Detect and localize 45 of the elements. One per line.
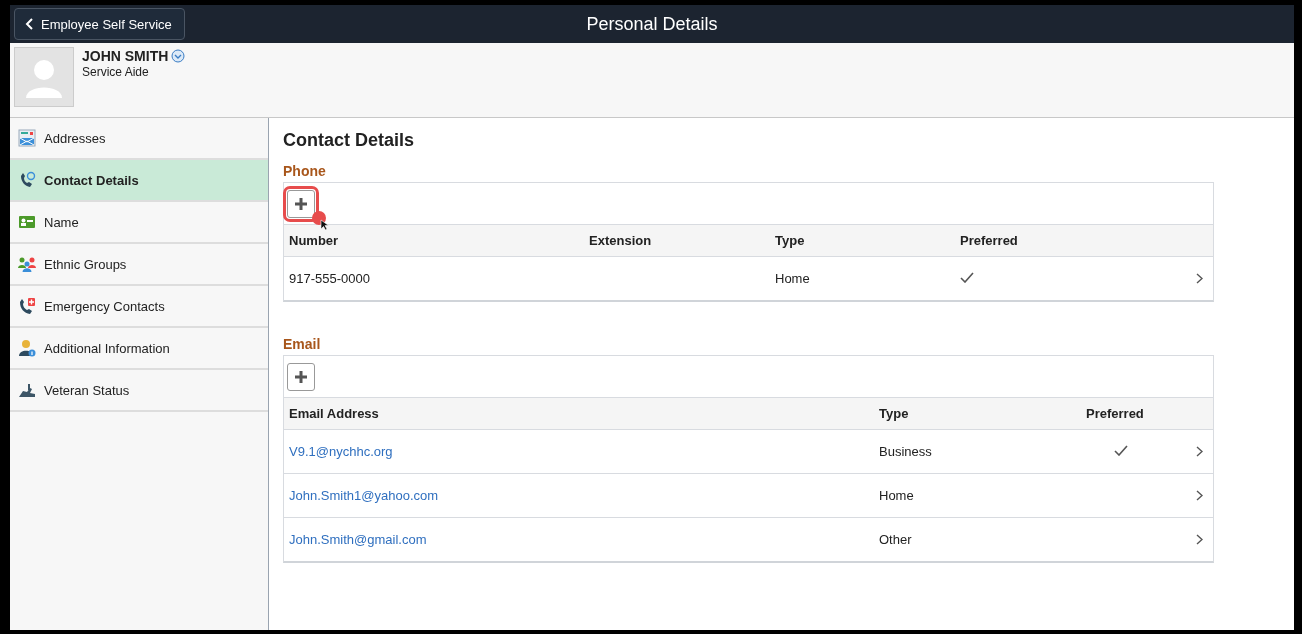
phone-heading: Phone <box>283 163 327 179</box>
email-link[interactable]: V9.1@nychhc.org <box>289 444 879 459</box>
email-link[interactable]: John.Smith@gmail.com <box>289 532 879 547</box>
veteran-icon <box>18 381 36 399</box>
column-header: Preferred <box>1086 406 1145 421</box>
section-title: Contact Details <box>283 130 416 151</box>
sidebar-item[interactable]: Emergency Contacts <box>10 286 268 328</box>
sidebar-item[interactable]: Name <box>10 202 268 244</box>
sidebar-item[interactable]: Additional Information <box>10 328 268 370</box>
page-title: Personal Details <box>586 13 718 35</box>
column-header: Type <box>775 233 806 248</box>
chevron-right-icon[interactable] <box>1196 273 1203 284</box>
addresses-icon <box>18 129 36 147</box>
back-button[interactable]: Employee Self Service <box>14 8 185 40</box>
emergency-icon <box>18 297 36 315</box>
sidebar-item[interactable]: Contact Details <box>10 160 268 202</box>
email-type: Business <box>879 444 933 459</box>
contact-icon <box>18 171 36 189</box>
employee-name: JOHN SMITH <box>82 48 169 64</box>
add-button[interactable] <box>287 362 315 391</box>
column-header: Type <box>879 406 910 421</box>
chevron-left-icon <box>25 18 33 30</box>
info-icon <box>18 339 36 357</box>
plus-icon <box>294 196 308 211</box>
phone-type: Home <box>775 271 811 286</box>
avatar-icon <box>14 47 74 107</box>
email-type: Other <box>879 532 913 547</box>
ethnic-icon <box>18 255 36 273</box>
plus-icon <box>294 369 308 384</box>
chevron-right-icon[interactable] <box>1196 490 1203 501</box>
job-title: Service Aide <box>82 65 150 79</box>
email-type: Home <box>879 488 915 503</box>
chevron-right-icon[interactable] <box>1196 534 1203 545</box>
column-header: Extension <box>589 233 653 248</box>
column-header: Number <box>289 233 340 248</box>
column-header: Email Address <box>289 406 380 421</box>
email-link[interactable]: John.Smith1@yahoo.com <box>289 488 879 503</box>
column-header: Preferred <box>960 233 1019 248</box>
phone-number: 917-555-0000 <box>289 271 371 286</box>
chevron-right-icon[interactable] <box>1196 446 1203 457</box>
sidebar-item[interactable]: Veteran Status <box>10 370 268 412</box>
dropdown-icon[interactable] <box>171 49 186 63</box>
name-icon <box>18 213 36 231</box>
sidebar-item[interactable]: Ethnic Groups <box>10 244 268 286</box>
email-heading: Email <box>283 336 322 352</box>
